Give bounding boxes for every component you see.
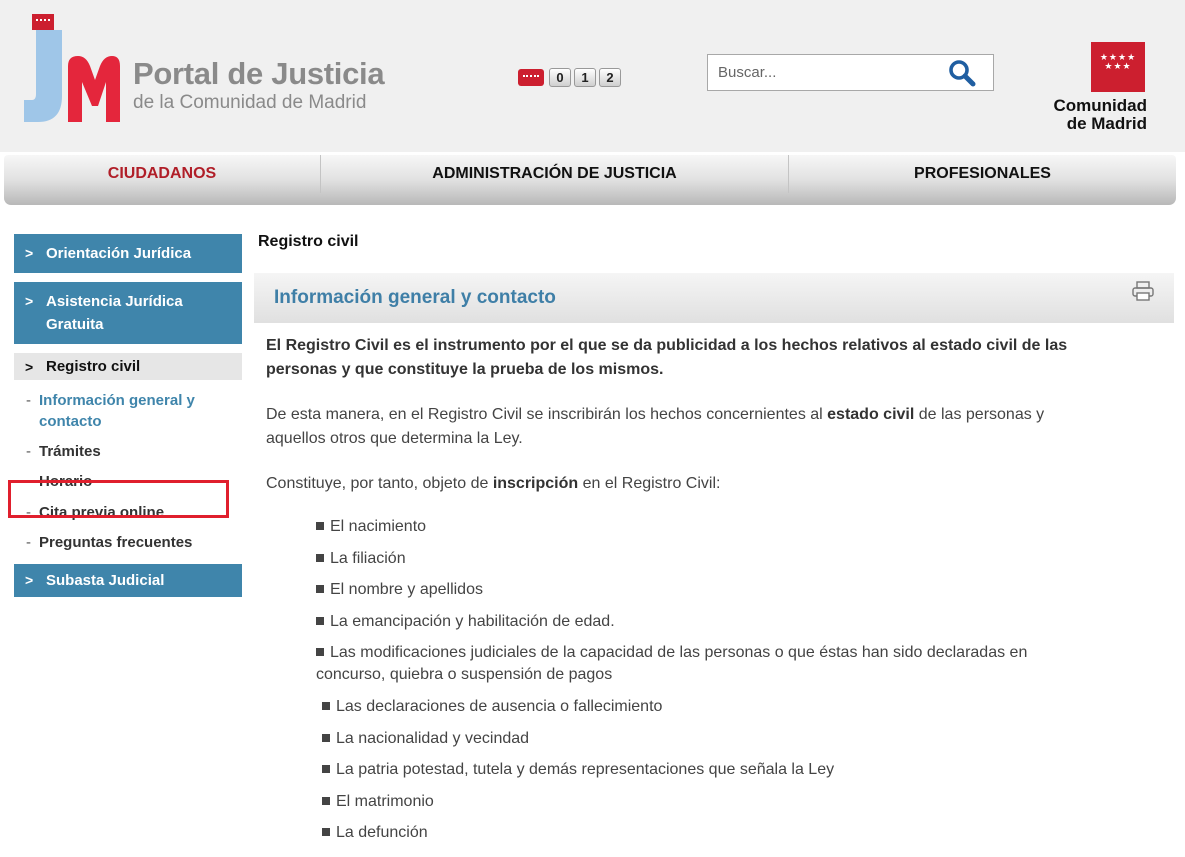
sidebar-item-label: Orientación Jurídica	[46, 245, 192, 262]
section-header: Información general y contacto	[254, 273, 1174, 323]
list-item-text: El nombre y apellidos	[330, 581, 483, 599]
submenu-item-label: Trámites	[39, 443, 101, 460]
sidebar-item-label: Registro civil	[46, 358, 141, 375]
highlight-annotation-box	[8, 480, 229, 518]
nav-ciudadanos[interactable]: CIUDADANOS	[4, 155, 321, 193]
square-bullet-icon	[322, 796, 330, 805]
paragraph: De esta manera, en el Registro Civil se …	[266, 403, 1086, 451]
sidebar-item-orientacion-juridica[interactable]: > Orientación Jurídica	[14, 234, 242, 273]
sidebar: > Orientación Jurídica > Asistencia Jurí…	[14, 234, 242, 597]
phone-digit: 2	[599, 68, 621, 87]
madrid-flag-icon: ★★★★ ★★★	[1091, 42, 1145, 92]
print-icon[interactable]	[1132, 281, 1154, 301]
chevron-right-icon: >	[25, 359, 34, 375]
text-segment: Constituye, por tanto, objeto de	[266, 475, 493, 492]
square-bullet-icon	[316, 553, 324, 562]
registro-civil-submenu: - Información general y contacto - Trámi…	[14, 390, 242, 553]
list-item: La nacionalidad y vecindad	[266, 728, 1086, 750]
list-item-text: El matrimonio	[336, 792, 434, 810]
list-item-text: Las declaraciones de ausencia o fallecim…	[336, 697, 663, 715]
list-item: La patria potestad, tutela y demás repre…	[266, 759, 1086, 781]
logo-line: de Madrid	[1066, 114, 1147, 133]
stars-icon: ★★★★ ★★★	[1099, 52, 1137, 71]
list-item-text: La patria potestad, tutela y demás repre…	[336, 761, 835, 779]
square-bullet-icon	[322, 765, 330, 774]
jm-logo-m-icon[interactable]	[68, 56, 120, 122]
list-item: El nacimiento	[266, 516, 1086, 538]
chevron-right-icon: >	[25, 245, 34, 261]
submenu-item-label: Información general y contacto	[39, 392, 195, 430]
square-bullet-icon	[322, 701, 330, 710]
main-nav: CIUDADANOS ADMINISTRACIÓN DE JUSTICIA PR…	[4, 155, 1176, 205]
submenu-item-tramites[interactable]: - Trámites	[14, 441, 242, 462]
square-bullet-icon	[316, 522, 324, 530]
chevron-right-icon: >	[25, 293, 34, 309]
sidebar-item-label: Subasta Judicial	[46, 572, 165, 589]
list-item-text: La emancipación y habilitación de edad.	[330, 612, 615, 630]
nav-administracion-justicia[interactable]: ADMINISTRACIÓN DE JUSTICIA	[321, 155, 789, 193]
search-icon[interactable]	[947, 59, 977, 87]
phone-digit: 0	[549, 68, 571, 87]
list-item: La emancipación y habilitación de edad.	[266, 611, 1086, 633]
list-item-text: Las modificaciones judiciales de la capa…	[316, 644, 1028, 684]
site-header: Portal de Justicia de la Comunidad de Ma…	[0, 0, 1185, 152]
madrid-flag-icon	[518, 69, 544, 86]
dash-bullet: -	[26, 392, 31, 409]
page-title: Registro civil	[258, 233, 359, 250]
search-input[interactable]	[708, 55, 940, 90]
list-item: La filiación	[266, 548, 1086, 570]
sidebar-item-label: Asistencia Jurídica Gratuita	[46, 293, 183, 333]
sidebar-item-asistencia-juridica[interactable]: > Asistencia Jurídica Gratuita	[14, 282, 242, 344]
chevron-right-icon: >	[25, 572, 34, 588]
bold-term: inscripción	[492, 475, 579, 492]
paragraph: Constituye, por tanto, objeto de inscrip…	[266, 472, 1086, 496]
list-item-text: La nacionalidad y vecindad	[336, 729, 530, 747]
text-segment: en el Registro Civil:	[578, 475, 721, 492]
square-bullet-icon	[322, 828, 330, 837]
logo-line: Comunidad	[1053, 96, 1148, 115]
square-bullet-icon	[322, 733, 330, 742]
submenu-item-informacion-general[interactable]: - Información general y contacto	[14, 390, 242, 432]
square-bullet-icon	[316, 585, 324, 594]
site-subtitle[interactable]: de la Comunidad de Madrid	[133, 92, 366, 114]
submenu-item-label: Preguntas frecuentes	[39, 534, 193, 551]
submenu-item-preguntas-frecuentes[interactable]: - Preguntas frecuentes	[14, 532, 242, 553]
sidebar-item-subasta-judicial[interactable]: > Subasta Judicial	[14, 564, 242, 597]
main-content: El Registro Civil es el instrumento por …	[266, 334, 1086, 854]
list-item: Las modificaciones judiciales de la capa…	[266, 642, 1086, 686]
list-item-text: La defunción	[336, 824, 428, 842]
comunidad-madrid-text: Comunidad de Madrid	[1054, 97, 1148, 133]
list-item: El nombre y apellidos	[266, 579, 1086, 601]
square-bullet-icon	[316, 648, 324, 657]
list-item-text: El nacimiento	[330, 518, 427, 535]
phone-digit: 1	[574, 68, 596, 87]
list-item-text: La filiación	[330, 549, 406, 567]
nav-profesionales[interactable]: PROFESIONALES	[789, 155, 1176, 193]
madrid-flag-icon	[32, 14, 54, 30]
site-title[interactable]: Portal de Justicia	[133, 56, 385, 92]
inscription-list: El nacimiento La filiación El nombre y a…	[266, 516, 1086, 844]
list-item: El matrimonio	[266, 791, 1086, 813]
comunidad-madrid-logo[interactable]: ★★★★ ★★★ Comunidad de Madrid	[1046, 42, 1150, 134]
dash-bullet: -	[26, 443, 31, 460]
square-bullet-icon	[316, 616, 324, 625]
section-title: Información general y contacto	[274, 287, 556, 308]
text-segment: De esta manera, en el Registro Civil se …	[266, 406, 828, 423]
intro-paragraph: El Registro Civil es el instrumento por …	[266, 337, 1068, 378]
bold-term: estado civil	[827, 406, 915, 423]
search-form	[707, 54, 994, 91]
jm-logo-j-icon[interactable]	[24, 30, 74, 122]
list-item: La defunción	[266, 822, 1086, 844]
dash-bullet: -	[26, 534, 31, 551]
sidebar-item-registro-civil[interactable]: > Registro civil	[14, 353, 242, 380]
list-item: Las declaraciones de ausencia o fallecim…	[266, 696, 1086, 718]
emergency-phone-012[interactable]: 0 1 2	[518, 68, 621, 87]
